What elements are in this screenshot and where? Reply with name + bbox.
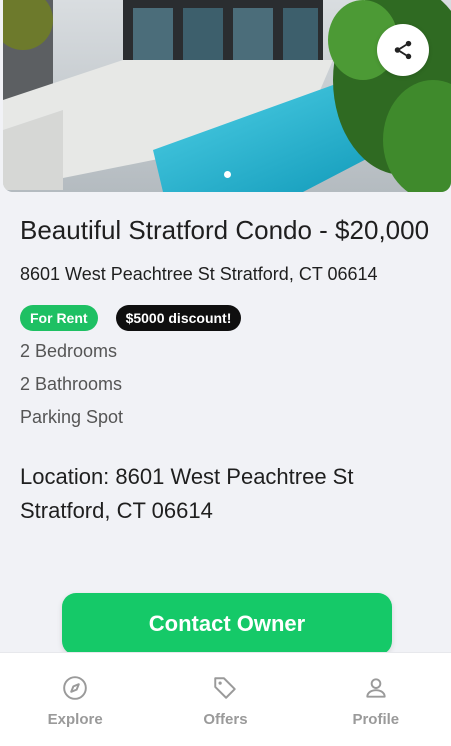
tab-profile[interactable]: Profile [316, 653, 436, 728]
listing-photo-carousel[interactable] [3, 0, 451, 192]
tag-icon [214, 677, 237, 699]
feature-item: 2 Bedrooms [20, 341, 118, 361]
tab-label: Offers [203, 711, 248, 728]
tab-explore[interactable]: Explore [15, 653, 135, 728]
feature-item: Parking Spot [20, 407, 124, 427]
listing-address: 8601 West Peachtree St Stratford, CT 066… [20, 264, 378, 284]
tab-label: Explore [47, 711, 103, 728]
for-rent-badge: For Rent [20, 305, 98, 331]
feature-item: 2 Bathrooms [20, 374, 123, 394]
listing-title: Beautiful Stratford Condo - $20,000 [20, 215, 430, 245]
contact-owner-button[interactable]: Contact Owner [62, 593, 392, 655]
bottom-tab-bar: Explore Offers Profile [0, 652, 451, 746]
tab-label: Profile [352, 711, 400, 728]
tab-offers[interactable]: Offers [165, 653, 285, 728]
share-button[interactable] [377, 24, 429, 76]
listing-photo [3, 0, 451, 192]
carousel-indicator [3, 171, 451, 178]
carousel-dot[interactable] [223, 171, 231, 178]
share-icon [394, 40, 412, 60]
compass-icon [63, 676, 87, 700]
location-text: Location: 8601 West Peachtree St Stratfo… [20, 464, 354, 523]
listing-details: Beautiful Stratford Condo - $20,000 8601… [20, 210, 430, 528]
person-icon [366, 678, 386, 698]
feature-list: 2 Bedrooms 2 Bathrooms Parking Spot [20, 335, 430, 434]
badge-row: For Rent $5000 discount! [20, 305, 430, 331]
discount-badge: $5000 discount! [115, 305, 242, 331]
